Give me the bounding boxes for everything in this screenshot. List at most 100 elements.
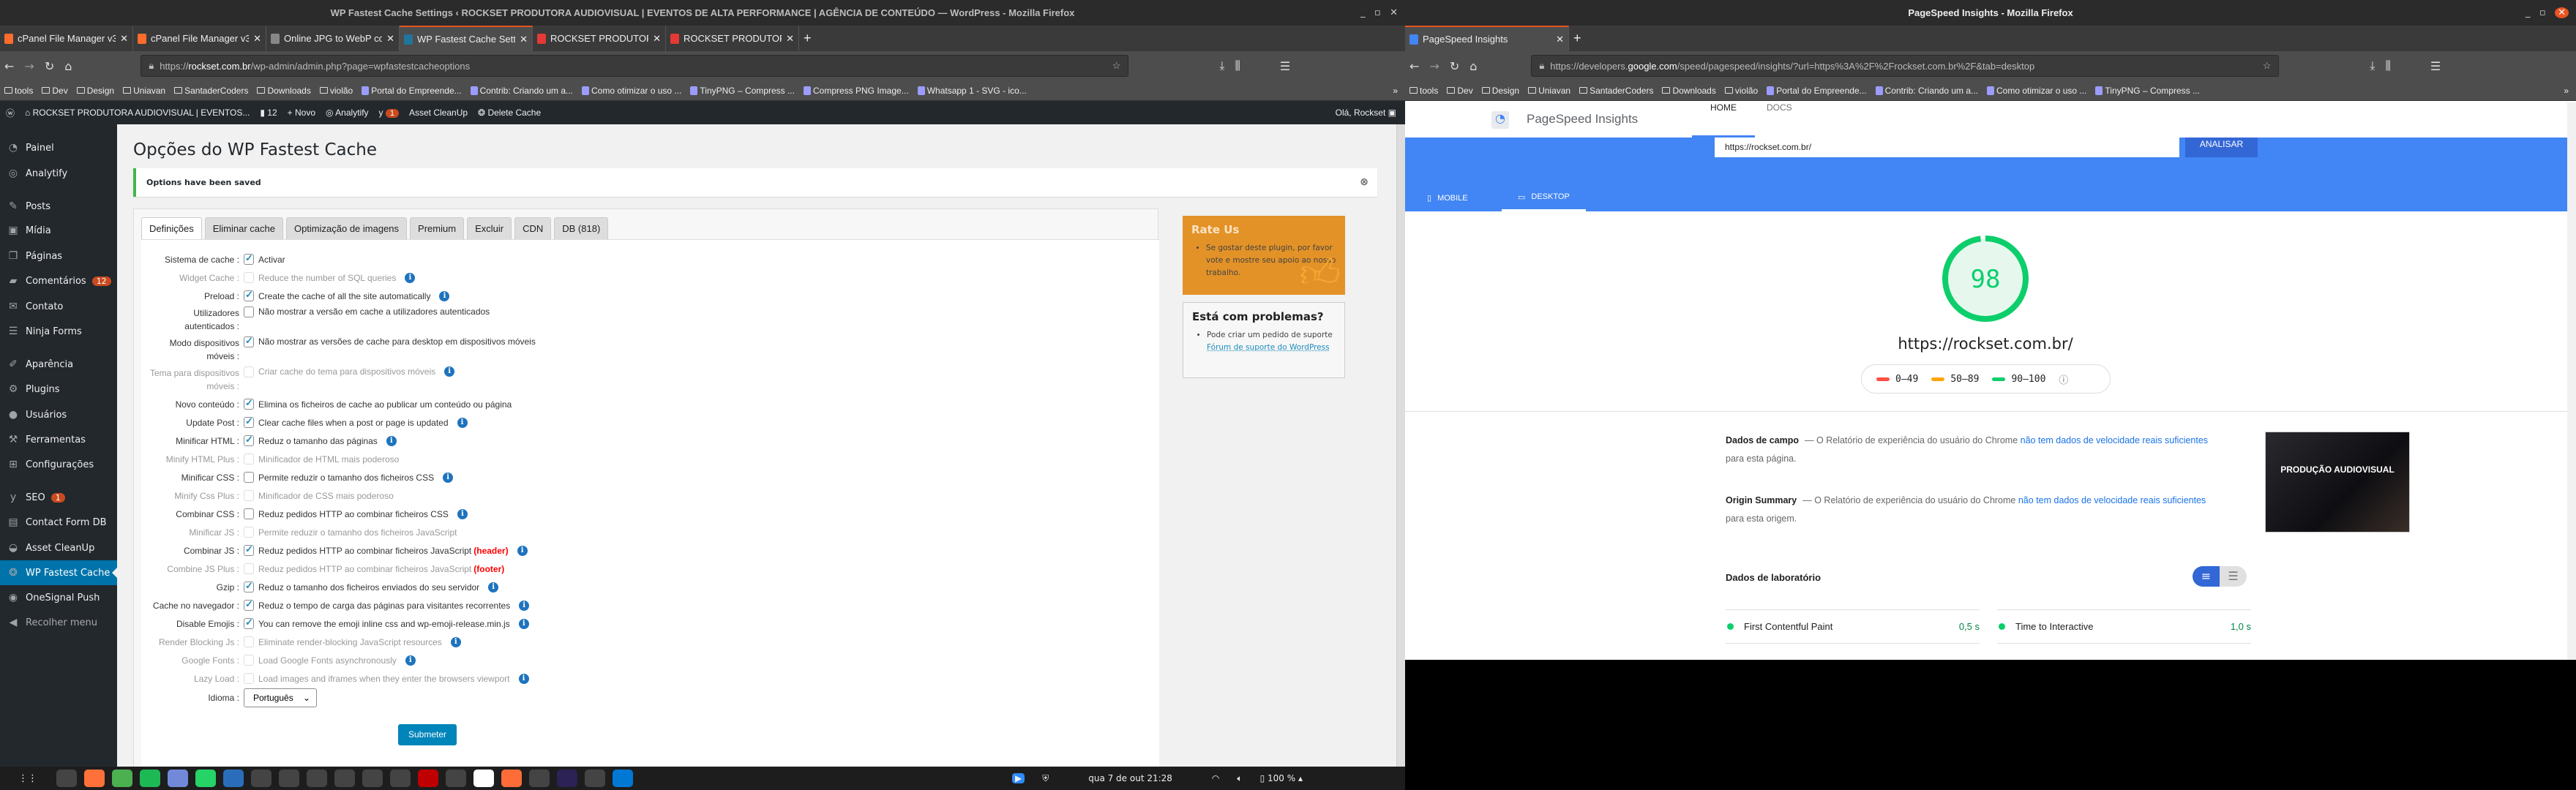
close-tab-icon[interactable]: ✕ <box>120 33 128 45</box>
browser-tab[interactable]: cPanel File Manager v3 - ✕ <box>133 26 266 51</box>
new-link[interactable]: + Novo <box>288 108 315 118</box>
origin-summary-link[interactable]: não tem dados de velocidade reais sufici… <box>2018 495 2206 505</box>
setting-checkbox[interactable] <box>244 543 254 556</box>
setting-checkbox[interactable] <box>244 472 254 483</box>
info-icon[interactable]: i <box>518 618 529 629</box>
site-name-link[interactable]: ⌂ ROCKSET PRODUTORA AUDIOVISUAL | EVENTO… <box>25 108 250 118</box>
bookmark-item[interactable]: SantaderCoders <box>174 86 248 96</box>
bookmark-item[interactable]: TinyPNG – Compress ... <box>690 86 795 96</box>
submit-button[interactable]: Submeter <box>398 724 457 745</box>
eclipse-icon[interactable] <box>557 770 577 787</box>
info-icon[interactable]: i <box>518 673 529 684</box>
files-icon[interactable] <box>56 770 77 787</box>
setting-checkbox[interactable] <box>244 580 254 592</box>
info-icon[interactable]: ⓘ <box>2059 372 2068 386</box>
new-tab-button[interactable]: + <box>799 26 821 51</box>
sidebar-item-onesignal-push[interactable]: ◉ OneSignal Push <box>0 585 117 610</box>
reload-icon[interactable]: ↻ <box>45 59 54 73</box>
delete-cache-link[interactable]: ❂ Delete Cache <box>478 108 541 118</box>
discord-icon[interactable] <box>168 770 188 787</box>
browser-tab[interactable]: ROCKSET PRODUTORA / ✕ <box>533 26 666 51</box>
url-input[interactable]: https://rockset.com.br/ <box>1715 138 2179 157</box>
tab-defini-es[interactable]: Definições <box>141 217 202 240</box>
info-icon[interactable]: i <box>405 272 416 283</box>
bookmark-item[interactable]: Dev <box>42 86 68 96</box>
info-icon[interactable]: i <box>457 417 468 428</box>
sidebar-item-asset-cleanup[interactable]: ◒ Asset CleanUp <box>0 535 117 560</box>
browser-tab[interactable]: Online JPG to WebP con ✕ <box>266 26 400 51</box>
comments-link[interactable]: ▮ 12 <box>260 108 277 118</box>
tab-db-818-[interactable]: DB (818) <box>554 217 609 239</box>
analytify-link[interactable]: ◎ Analytify <box>326 108 369 118</box>
setting-checkbox[interactable] <box>244 397 254 410</box>
whatsapp-icon[interactable] <box>195 770 216 787</box>
text-editor-icon[interactable] <box>251 770 272 787</box>
bookmark-item[interactable]: Design <box>76 86 114 96</box>
sidebar-item-p-ginas[interactable]: ❐ Páginas <box>0 244 117 268</box>
bookmark-item[interactable]: tools <box>4 86 33 96</box>
sidebar-item-coment-rios[interactable]: ▰ Comentários 12 <box>0 268 117 293</box>
tab-mobile[interactable]: ▯ MOBILE <box>1427 184 1468 211</box>
setting-checkbox[interactable] <box>244 306 254 317</box>
setting-checkbox[interactable] <box>244 289 254 301</box>
sidebar-item-usu-rios[interactable]: ● Usuários <box>0 402 117 427</box>
bookmark-item[interactable]: Como otimizar o uso ... <box>1987 86 2086 96</box>
close-tab-icon[interactable]: ✕ <box>520 34 528 45</box>
sidebar-item-ninja-forms[interactable]: ☰ Ninja Forms <box>0 319 117 344</box>
sidebar-item-seo[interactable]: y SEO 1 <box>0 485 117 510</box>
setting-checkbox[interactable] <box>244 415 254 428</box>
wifi-icon[interactable]: ◠ <box>1212 773 1219 783</box>
language-select[interactable]: Português ⌄ <box>244 688 317 707</box>
tab-cdn[interactable]: CDN <box>514 217 552 239</box>
info-icon[interactable]: i <box>405 655 416 666</box>
library-icon[interactable]: ⫼ <box>1235 59 1240 73</box>
tab-pagespeed[interactable]: PageSpeed Insights ✕ <box>1405 26 1569 51</box>
page-scrollbar[interactable] <box>2567 102 2576 660</box>
sidebar-item-plugins[interactable]: ⚙ Plugins <box>0 377 117 402</box>
info-icon[interactable]: i <box>386 435 397 446</box>
setting-checkbox[interactable] <box>244 434 254 446</box>
bookmark-star-icon[interactable]: ☆ <box>2263 60 2272 72</box>
tab-premium[interactable]: Premium <box>410 217 465 239</box>
sidebar-item-painel[interactable]: ◔ Painel <box>0 135 117 160</box>
terminal-icon[interactable] <box>390 770 411 787</box>
sidebar-item-analytify[interactable]: ◎ Analytify <box>0 161 117 186</box>
info-icon[interactable]: i <box>457 508 468 519</box>
more-bookmarks-icon[interactable]: » <box>2564 86 2569 96</box>
back-icon[interactable]: ← <box>4 59 14 73</box>
download-icon[interactable]: ⤓ <box>2370 59 2375 73</box>
apps-grid-icon[interactable]: ⋮⋮ <box>18 770 38 787</box>
bookmark-item[interactable]: Dev <box>1447 86 1473 96</box>
sidebar-item-recolher-menu[interactable]: ◀ Recolher menu <box>0 610 117 635</box>
analyze-button[interactable]: ANALISAR <box>2185 138 2258 157</box>
bookmark-item[interactable]: Portal do Empreende... <box>362 86 462 96</box>
info-icon[interactable]: i <box>519 600 530 611</box>
setting-checkbox[interactable] <box>244 617 254 629</box>
browser-tab[interactable]: WP Fastest Cache Settin ✕ <box>400 26 533 51</box>
browser-tab[interactable]: cPanel File Manager v3 ✕ <box>0 26 133 51</box>
bookmark-item[interactable]: Portal do Empreende... <box>1767 86 1867 96</box>
new-tab-button[interactable]: + <box>1569 26 1591 51</box>
bookmark-item[interactable]: Uniavan <box>1528 86 1570 96</box>
browser-tab[interactable]: ROCKSET PRODUTORA / ✕ <box>666 26 799 51</box>
bookmark-item[interactable]: Whatsapp 1 - SVG - ico... <box>917 86 1027 96</box>
user-greeting[interactable]: Olá, Rockset ▣ <box>1336 108 1396 118</box>
filezilla-icon[interactable] <box>418 770 438 787</box>
info-icon[interactable]: i <box>444 366 455 377</box>
sidebar-item-ferramentas[interactable]: ⚒ Ferramentas <box>0 427 117 452</box>
close-tab-icon[interactable]: ✕ <box>386 33 394 45</box>
sidebar-item-m-dia[interactable]: ▣ Mídia <box>0 218 117 243</box>
volume-icon[interactable]: 🔈︎ <box>1237 773 1242 784</box>
seo-link[interactable]: y 1 <box>379 108 399 118</box>
window-controls[interactable]: _ ▫ ✕ <box>2526 0 2569 26</box>
sidebar-item-wp-fastest-cache[interactable]: ❂ WP Fastest Cache <box>0 560 117 585</box>
info-icon[interactable]: i <box>488 582 499 592</box>
bookmark-item[interactable]: tools <box>1409 86 1438 96</box>
battery-indicator[interactable]: ▯ 100 % ▴ <box>1260 773 1303 783</box>
asset-cleanup-link[interactable]: Asset CleanUp <box>409 108 468 118</box>
tab-desktop[interactable]: ▭ DESKTOP <box>1502 184 1586 211</box>
mongodb-icon[interactable] <box>473 770 494 787</box>
menu-icon[interactable]: ☰ <box>2430 59 2441 73</box>
dismiss-icon[interactable]: ⊗ <box>1360 168 1368 197</box>
url-bar[interactable]: 🔒︎ https://rockset.com.br/wp-admin/admin… <box>141 55 1129 77</box>
